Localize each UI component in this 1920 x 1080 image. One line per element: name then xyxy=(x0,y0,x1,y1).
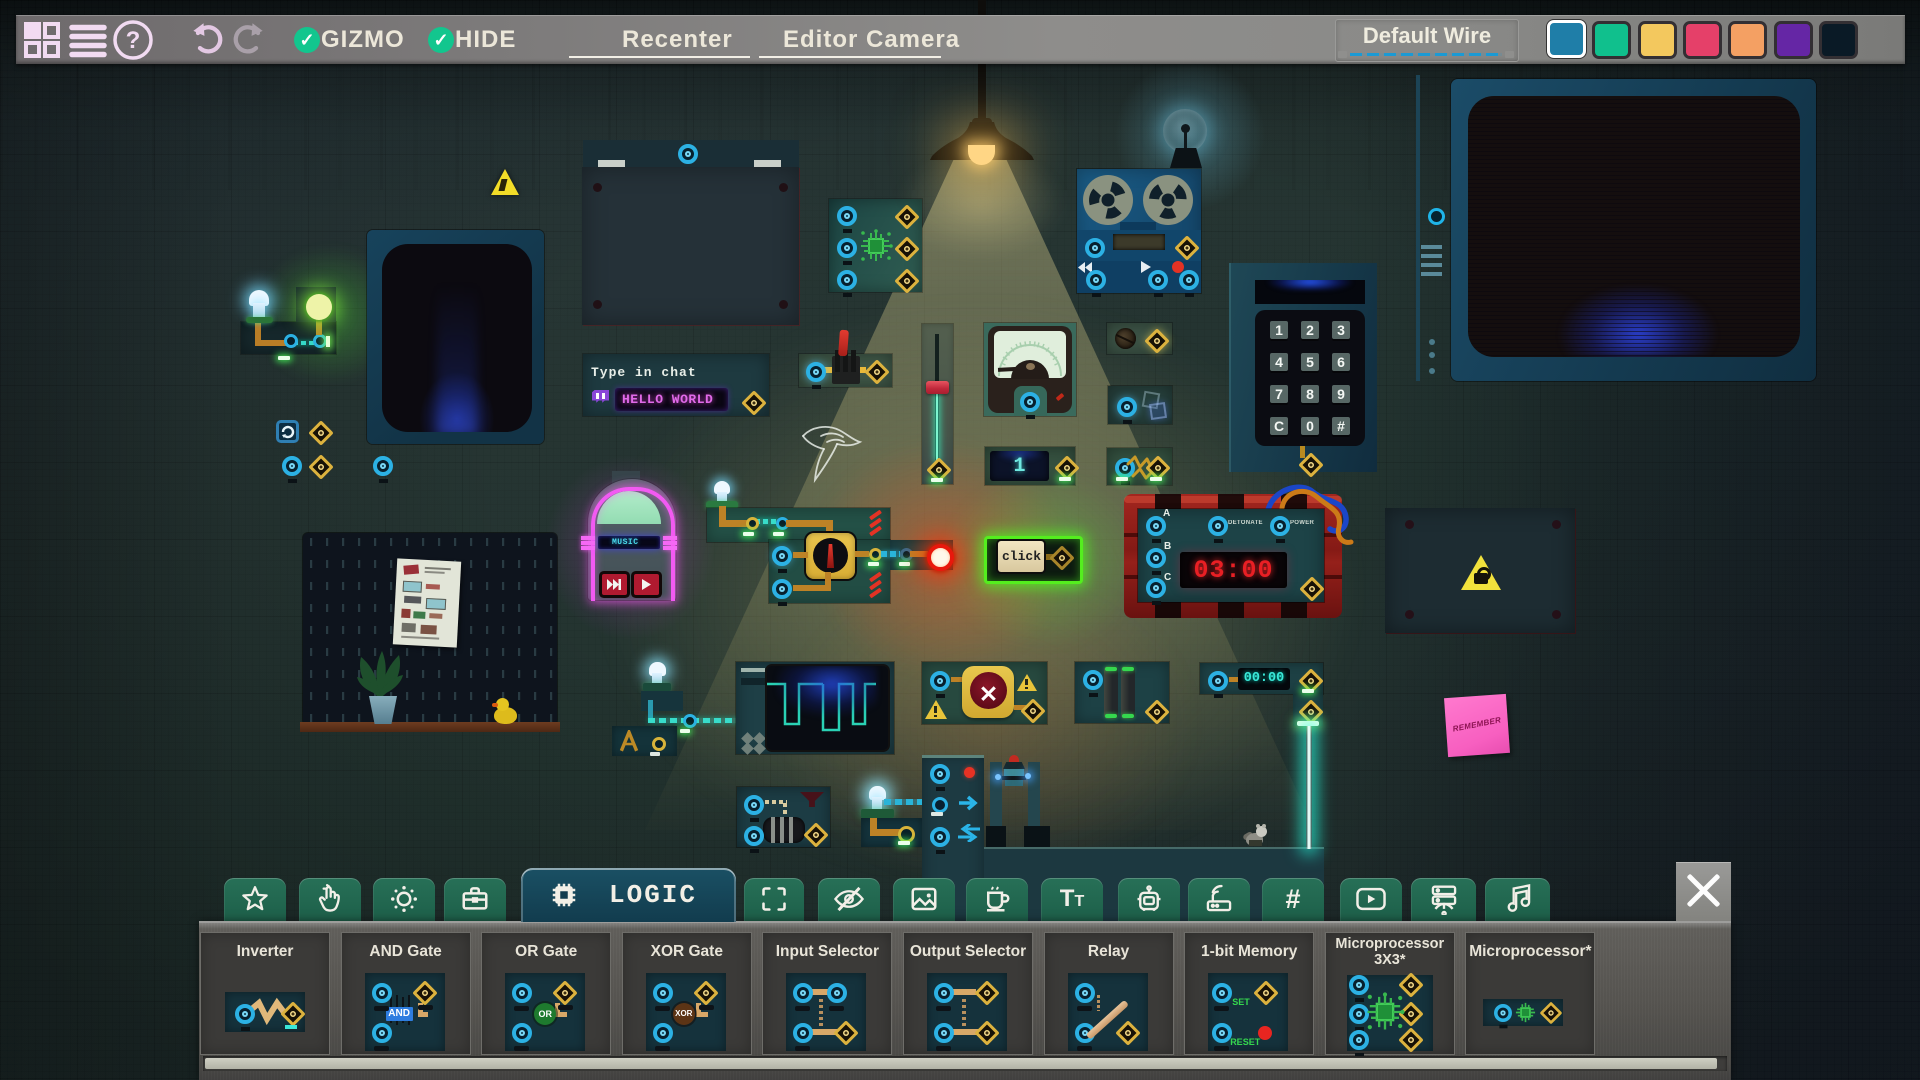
svg-text:?: ? xyxy=(126,27,141,54)
